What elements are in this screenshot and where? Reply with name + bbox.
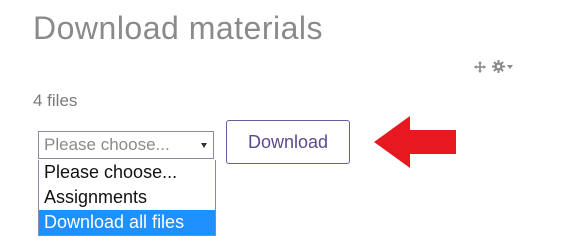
gear-icon[interactable] xyxy=(492,60,513,73)
annotation-arrow xyxy=(372,116,458,173)
select-dropdown-list: Please choose... Assignments Download al… xyxy=(38,160,216,236)
chevron-down-icon xyxy=(507,64,513,69)
page-title: Download materials xyxy=(33,10,324,46)
block-tools xyxy=(474,60,513,73)
select-option-download-all-files[interactable]: Download all files xyxy=(39,210,215,235)
move-icon[interactable] xyxy=(474,60,486,73)
select-value: Please choose... xyxy=(44,135,170,154)
select-option-please-choose[interactable]: Please choose... xyxy=(39,160,215,185)
download-button[interactable]: Download xyxy=(226,120,350,164)
select-option-assignments[interactable]: Assignments xyxy=(39,185,215,210)
chevron-down-icon xyxy=(201,143,207,148)
download-select[interactable]: Please choose... xyxy=(38,131,214,159)
file-count: 4 files xyxy=(33,91,78,110)
